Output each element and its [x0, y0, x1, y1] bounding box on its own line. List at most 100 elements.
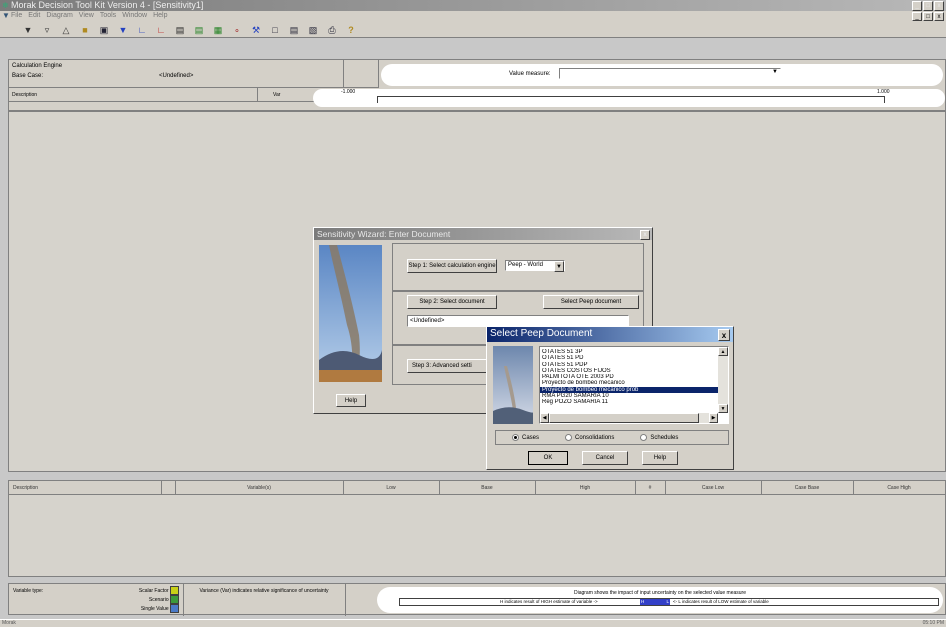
radio-cases-icon[interactable] — [512, 433, 519, 441]
high-note: H indicates result of HIGH estimate of v… — [500, 599, 598, 604]
col-blank — [157, 481, 176, 495]
open-folder-icon[interactable]: ■ — [77, 22, 93, 38]
scale-max-label: 1.000 — [877, 89, 890, 95]
step1-label: Step 1: Select calculation engine — [407, 259, 497, 273]
chevron-down-icon[interactable]: ▼ — [771, 69, 779, 78]
menu-view[interactable]: View — [79, 11, 94, 21]
tools-icon[interactable]: ⚒ — [248, 22, 264, 38]
curve-chart-icon[interactable]: ∟ — [153, 22, 169, 38]
tornado-icon[interactable]: ▤ — [191, 22, 207, 38]
peep-document-list[interactable]: OTATES 51 3P OTATES 51 PD OTATES 51 PDP … — [539, 346, 729, 424]
menu-file[interactable]: File — [11, 11, 22, 21]
scenario-swatch — [170, 595, 179, 604]
horizontal-scrollbar[interactable]: ◀ ▶ — [540, 413, 718, 423]
value-measure-area: Value measure: ▼ — [381, 64, 943, 86]
radio-cases[interactable]: Cases — [512, 433, 539, 441]
col-case-base: Case Base — [761, 481, 854, 495]
col-base: Base — [439, 481, 536, 495]
peep-close-button[interactable]: x — [718, 329, 730, 341]
help-button[interactable]: Help — [642, 451, 678, 465]
high-low-marker: H L — [640, 599, 670, 605]
minimize-button[interactable]: _ — [912, 1, 922, 11]
radio-consolidations-icon[interactable] — [565, 433, 573, 441]
radio-consolidations[interactable]: Consolidations — [565, 433, 614, 441]
help-icon[interactable]: ? — [343, 22, 359, 38]
scroll-right-icon[interactable]: ▶ — [709, 413, 718, 423]
document-value: <Undefined> — [410, 318, 445, 324]
ok-button[interactable]: OK — [528, 451, 568, 465]
line-chart-icon[interactable]: ∟ — [134, 22, 150, 38]
filter-icon[interactable]: ▿ — [39, 22, 55, 38]
menu-tools[interactable]: Tools — [100, 11, 116, 21]
sensitivity-filter-icon[interactable]: ▼ — [115, 22, 131, 38]
step2-label: Step 2: Select document — [407, 295, 497, 309]
toolbar: ▼ ▿ △ ■ ▣ ▼ ∟ ∟ ▤ ▤ ▦ ∘ ⚒ □ ▤ ▧ ⎙ ? — [0, 21, 946, 38]
window-icon[interactable]: □ — [267, 22, 283, 38]
peep-image — [493, 346, 533, 424]
radio-schedules[interactable]: Schedules — [640, 433, 678, 441]
scroll-up-icon[interactable]: ▲ — [718, 347, 728, 356]
col-high: High — [535, 481, 636, 495]
empty-header-cell — [344, 60, 379, 88]
scatter-icon[interactable]: ∘ — [229, 22, 245, 38]
triangle-icon[interactable]: △ — [58, 22, 74, 38]
maximize-button[interactable]: □ — [923, 1, 933, 11]
menu-window[interactable]: Window — [122, 11, 147, 21]
spreadsheet-icon[interactable]: ▦ — [210, 22, 226, 38]
wizard-close-button[interactable]: x — [640, 230, 650, 240]
variable-type-list: Scalar Factor Scenario Single Value — [79, 586, 179, 613]
select-peep-document-dialog: Select Peep Document x OTATES 51 3P OTAT… — [486, 326, 734, 470]
save-icon[interactable]: ▣ — [96, 22, 112, 38]
scroll-thumb[interactable] — [549, 413, 699, 423]
value-measure-label: Value measure: — [509, 71, 551, 77]
scroll-left-icon[interactable]: ◀ — [540, 413, 549, 423]
step3-label[interactable]: Step 3: Advanced setti — [407, 359, 487, 373]
close-button[interactable]: x — [934, 1, 944, 11]
list-icon[interactable]: ▧ — [305, 22, 321, 38]
app-title: Morak Decision Tool Kit Version 4 - [Sen… — [11, 0, 204, 10]
var-header: Var — [273, 92, 281, 98]
vertical-scrollbar[interactable]: ▲ ▼ — [718, 347, 728, 413]
child-maximize-button[interactable]: □ — [923, 12, 933, 21]
table-body — [8, 495, 946, 577]
single-value-swatch — [170, 604, 179, 613]
status-left: Morak — [2, 620, 16, 626]
engine-dropdown-icon[interactable]: ▼ — [554, 261, 564, 272]
peep-title: Select Peep Document — [490, 328, 593, 339]
panel-icon[interactable]: ▤ — [286, 22, 302, 38]
status-right: 05:10 PM — [922, 620, 944, 626]
list-item[interactable]: Reg POZO SAMARIA 11 — [540, 399, 718, 405]
child-close-button[interactable]: x — [934, 12, 944, 21]
window-controls: _ □ x — [912, 1, 944, 11]
engine-select[interactable]: Peep - World ▼ — [505, 260, 565, 272]
variance-note: Variance (Var) indicates relative signif… — [199, 588, 329, 594]
menu-edit[interactable]: Edit — [28, 11, 40, 21]
value-measure-select[interactable]: ▼ — [559, 68, 781, 79]
print-icon[interactable]: ⎙ — [324, 22, 340, 38]
funnel-icon[interactable]: ▼ — [20, 22, 36, 38]
wizard-help-button[interactable]: Help — [336, 394, 366, 407]
calc-engine-label: Calculation Engine — [12, 63, 63, 69]
menu-help[interactable]: Help — [153, 11, 167, 21]
tornado-image — [319, 245, 382, 382]
select-peep-document-button[interactable]: Select Peep document — [543, 295, 639, 309]
legend-single-value: Single Value — [79, 604, 179, 613]
legend-panel: Variable type: Scalar Factor Scenario Si… — [8, 583, 946, 616]
menu-app-icon: ▼ — [2, 11, 10, 20]
child-minimize-button[interactable]: _ — [912, 12, 922, 21]
table-icon[interactable]: ▤ — [172, 22, 188, 38]
calc-engine-section: Calculation Engine Base Case: <Undefined… — [9, 60, 344, 88]
diagram-note-area: Diagram shows the impact of input uncert… — [377, 587, 943, 613]
menu-diagram[interactable]: Diagram — [46, 11, 72, 21]
legend-scenario: Scenario — [79, 595, 179, 604]
low-note: <- L indicates result of LOW estimate of… — [673, 599, 769, 604]
radio-schedules-icon[interactable] — [640, 433, 648, 441]
scroll-down-icon[interactable]: ▼ — [718, 404, 728, 413]
scalar-factor-swatch — [170, 586, 179, 595]
scale-axis — [377, 96, 885, 103]
app-logo-icon: ❄ — [2, 1, 9, 10]
peep-title-bar: Select Peep Document x — [487, 327, 733, 342]
cancel-button[interactable]: Cancel — [582, 451, 628, 465]
variable-type-label: Variable type: — [13, 588, 44, 594]
scale-area: -1.000 1.000 — [313, 89, 945, 107]
